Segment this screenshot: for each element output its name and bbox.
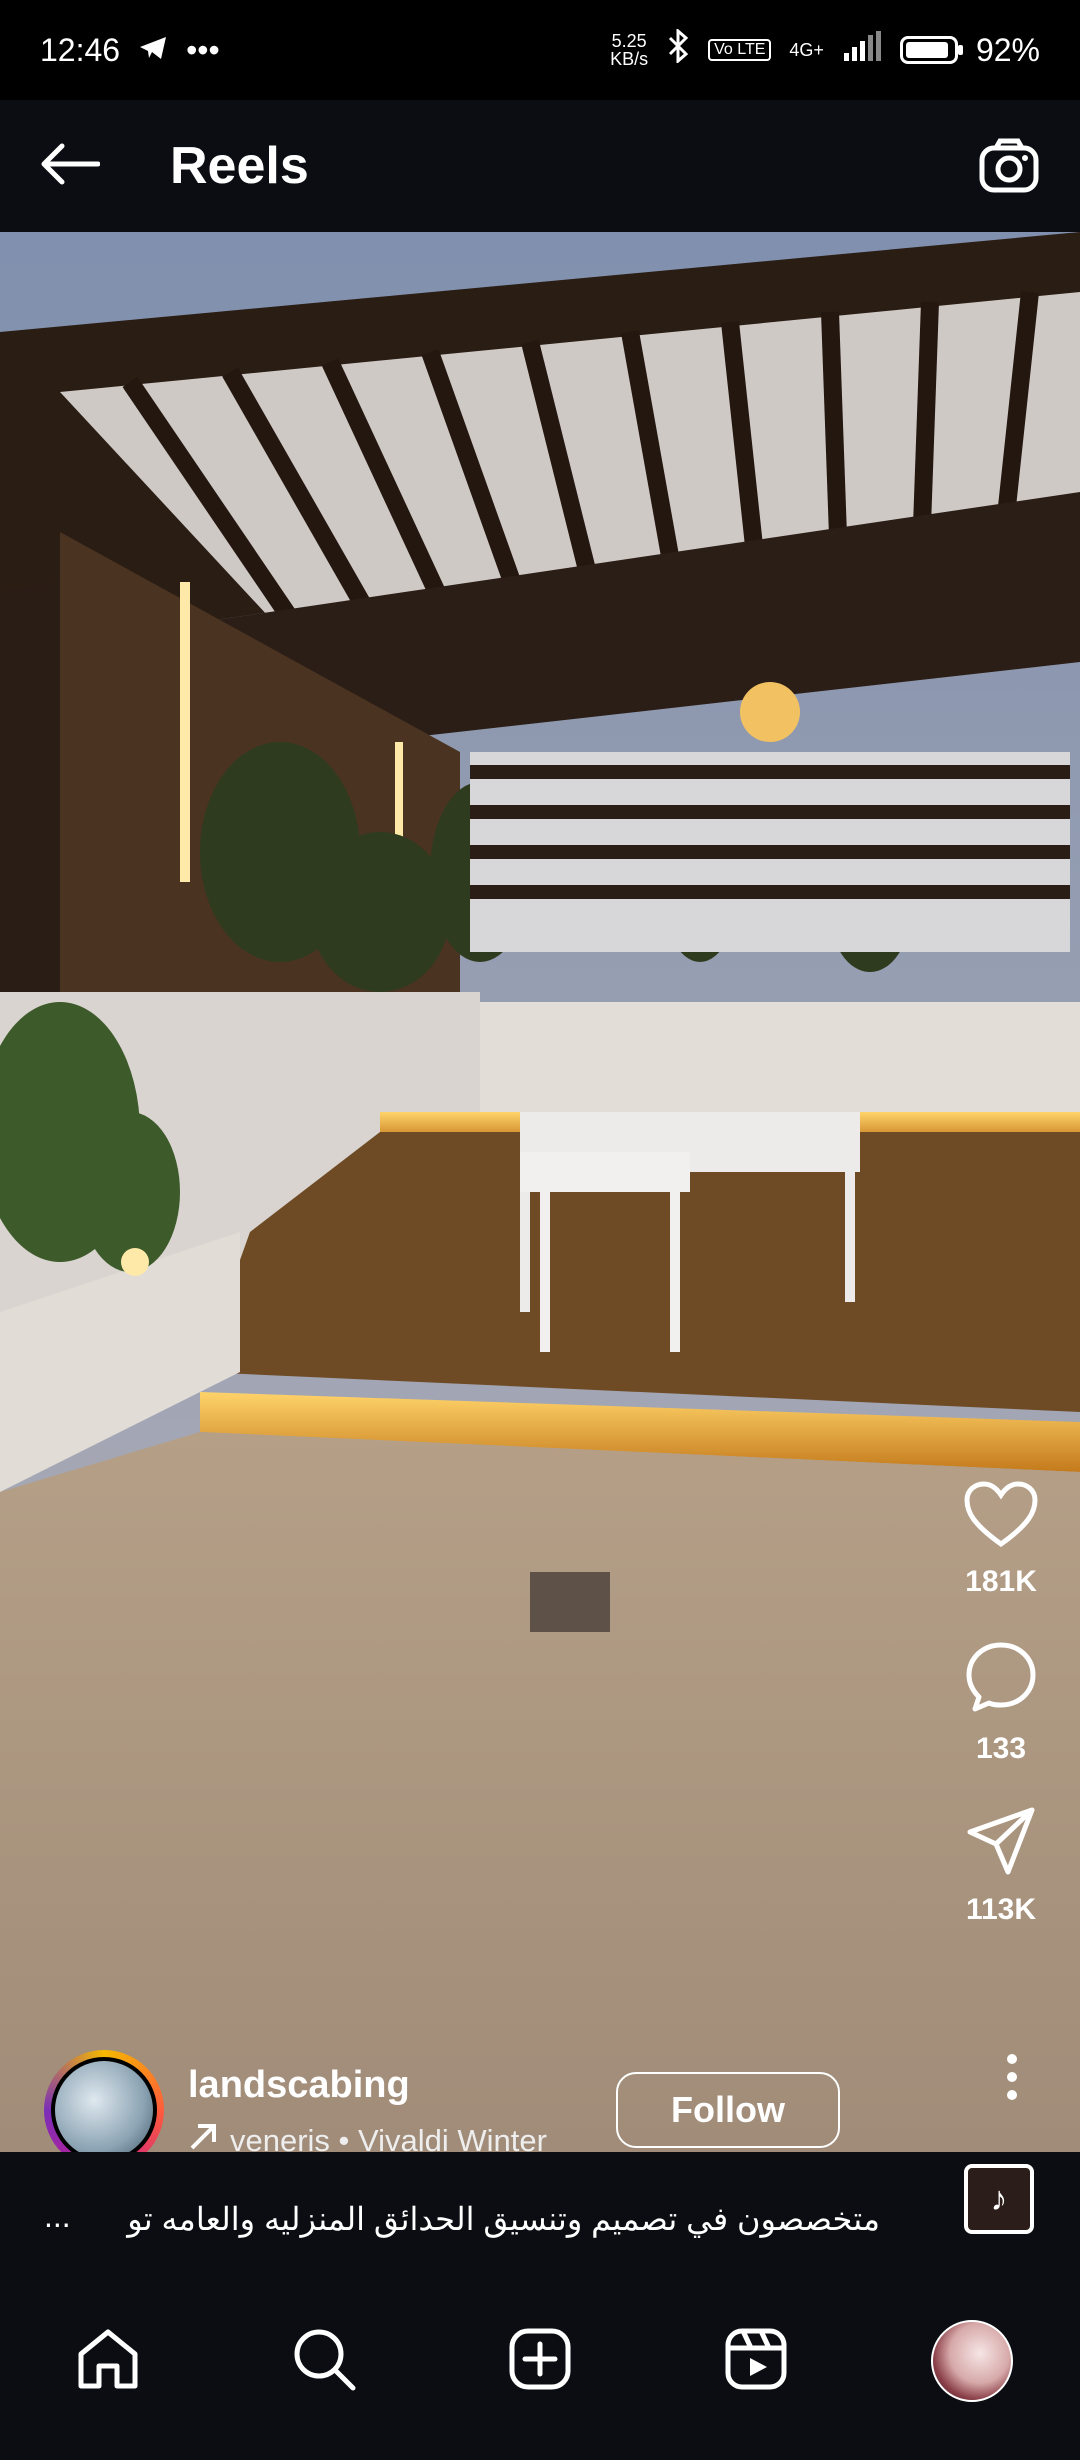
search-icon[interactable] <box>291 2326 357 2397</box>
avatar-frame <box>51 2057 157 2163</box>
plus-square-icon[interactable] <box>507 2326 573 2397</box>
bluetooth-icon <box>666 27 690 71</box>
video-frame <box>0 232 1080 2152</box>
comment-action[interactable]: 133 <box>963 1639 1039 1766</box>
more-vertical-icon[interactable] <box>1004 2052 1020 2107</box>
camera-icon[interactable] <box>978 138 1040 199</box>
status-right: 5.25 KB/s Vo LTE 4G+ 92% <box>610 27 1040 71</box>
page-title: Reels <box>170 137 309 195</box>
author-avatar[interactable] <box>55 2061 153 2159</box>
network-speed: 5.25 KB/s <box>610 31 649 69</box>
nav-create[interactable] <box>495 2316 585 2406</box>
volte-badge: Vo LTE <box>708 39 772 61</box>
music-note-icon: ♪ <box>990 2179 1008 2218</box>
more-notifications-icon: ••• <box>186 31 220 68</box>
reels-icon[interactable] <box>723 2326 789 2397</box>
audio-thumbnail[interactable]: ♪ <box>964 2164 1034 2234</box>
share-action[interactable]: 113K <box>966 1806 1036 1927</box>
comment-count: 133 <box>975 1732 1027 1765</box>
nav-search[interactable] <box>279 2316 369 2406</box>
network-type: 4G+ <box>789 39 824 60</box>
author-username[interactable]: landscabing <box>188 2064 410 2107</box>
signal-icon <box>842 31 882 69</box>
nav-reels[interactable] <box>711 2316 801 2406</box>
back-arrow-icon[interactable] <box>40 142 101 191</box>
heart-icon[interactable] <box>963 1480 1039 1553</box>
share-count: 113K <box>965 1893 1037 1926</box>
status-bar: 12:46 ••• 5.25 KB/s Vo LTE 4G+ 92% <box>0 0 1080 100</box>
reel-caption[interactable]: متخصصون في تصميم وتنسيق الحدائق المنزليه… <box>127 2200 880 2238</box>
caption-bar: ... متخصصون في تصميم وتنسيق الحدائق المن… <box>0 2152 1080 2282</box>
top-bar: Reels <box>0 100 1080 232</box>
profile-avatar[interactable] <box>931 2320 1013 2402</box>
bottom-nav <box>0 2282 1080 2460</box>
nav-home[interactable] <box>63 2316 153 2406</box>
reel-actions: 181K 133 113K <box>946 1480 1056 1967</box>
send-icon[interactable] <box>966 1806 1036 1881</box>
status-left: 12:46 ••• <box>40 32 220 69</box>
battery-fill <box>905 42 948 58</box>
telegram-icon <box>138 32 168 69</box>
caption-more[interactable]: ... <box>44 2198 71 2235</box>
like-action[interactable]: 181K <box>963 1480 1039 1599</box>
like-count: 181K <box>965 1565 1037 1598</box>
reel-video[interactable] <box>0 232 1080 2152</box>
nav-profile[interactable] <box>927 2316 1017 2406</box>
home-icon[interactable] <box>75 2326 141 2397</box>
battery-icon <box>899 36 963 64</box>
follow-button[interactable]: Follow <box>616 2072 840 2148</box>
comment-icon[interactable] <box>963 1639 1039 1720</box>
status-time: 12:46 <box>40 31 121 68</box>
battery-percent: 92% <box>975 31 1040 68</box>
